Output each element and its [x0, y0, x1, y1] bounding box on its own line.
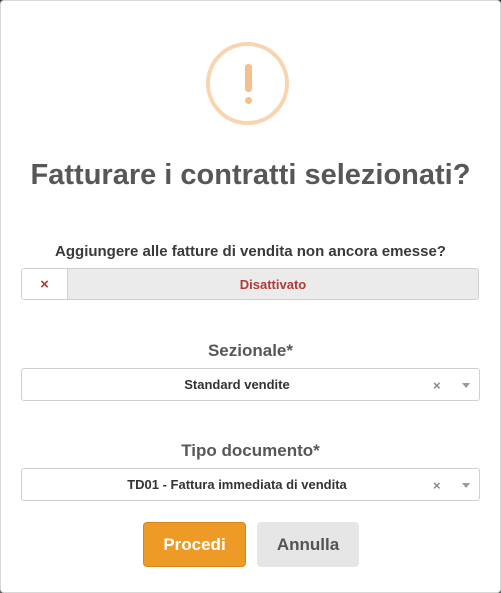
sezionale-select[interactable]: Standard vendite × — [21, 368, 480, 401]
append-toggle[interactable]: × Disattivato — [21, 268, 479, 300]
tipo-documento-label: Tipo documento* — [181, 441, 320, 460]
exclamation-dot — [245, 97, 252, 104]
sezionale-label: Sezionale* — [207, 341, 294, 360]
dialog-title: Fatturare i contratti selezionati? — [30, 159, 471, 191]
confirm-dialog: Fatturare i contratti selezionati? Aggiu… — [0, 0, 501, 593]
tipo-documento-clear-icon[interactable]: × — [433, 469, 441, 500]
tipo-documento-select[interactable]: TD01 - Fattura immediata di vendita × — [21, 468, 480, 501]
toggle-off-icon[interactable]: × — [22, 269, 68, 299]
annulla-button[interactable]: Annulla — [257, 522, 359, 567]
exclamation-bar — [245, 64, 252, 92]
sezionale-clear-icon[interactable]: × — [433, 369, 441, 400]
tipo-documento-value[interactable]: TD01 - Fattura immediata di vendita — [22, 469, 452, 500]
procedi-button[interactable]: Procedi — [143, 522, 246, 567]
sezionale-chevron-down-icon[interactable] — [462, 383, 470, 388]
sezionale-value[interactable]: Standard vendite — [22, 369, 452, 400]
toggle-state-label[interactable]: Disattivato — [68, 269, 478, 299]
warning-icon — [206, 42, 289, 125]
tipo-documento-chevron-down-icon[interactable] — [462, 483, 470, 488]
append-question: Aggiungere alle fatture di vendita non a… — [55, 243, 446, 260]
